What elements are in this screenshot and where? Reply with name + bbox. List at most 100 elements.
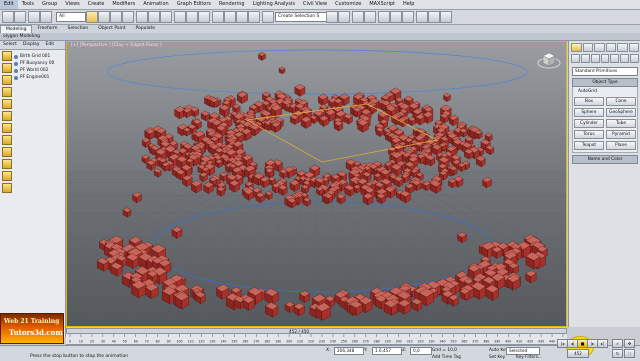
align-icon[interactable] — [338, 11, 350, 23]
scale-icon[interactable] — [160, 11, 172, 23]
ribbon-tab-modeling[interactable]: Modeling — [0, 25, 33, 33]
layer-manager-icon[interactable] — [352, 11, 364, 23]
curve-editor-icon[interactable] — [378, 11, 390, 23]
modify-tab-icon[interactable] — [582, 43, 593, 52]
display-geometry-icon[interactable] — [2, 51, 12, 61]
viewcube-icon[interactable] — [537, 48, 561, 70]
percent-snap-icon[interactable] — [236, 11, 248, 23]
tube-button[interactable]: Tube — [606, 119, 636, 128]
menu-item-rendering[interactable]: Rendering — [215, 0, 249, 9]
menu-item-graph-editors[interactable]: Graph Editors — [173, 0, 215, 9]
create-tab-icon[interactable] — [571, 43, 582, 52]
redo-icon[interactable] — [14, 11, 26, 23]
pan-icon[interactable]: ✥ — [624, 339, 635, 348]
spinner-snap-icon[interactable] — [248, 11, 260, 23]
geometry-icon[interactable] — [571, 54, 580, 63]
orbit-icon[interactable]: ↻ — [612, 349, 623, 358]
menu-item-lighting-analysis[interactable]: Lighting Analysis — [249, 0, 299, 9]
track-bar[interactable]: 0 10 20 30 40 50 60 70 80 90 100 110 120 130 140 150 160… — [66, 334, 567, 345]
window-crossing-icon[interactable] — [122, 11, 134, 23]
display-all-icon[interactable] — [2, 159, 12, 169]
material-editor-icon[interactable] — [402, 11, 414, 23]
add-time-tag-button[interactable]: Add Time Tag — [432, 355, 461, 360]
tab-edit[interactable]: Edit — [42, 41, 57, 49]
display-groups-icon[interactable] — [2, 123, 12, 133]
menu-item-customize[interactable]: Customize — [331, 0, 365, 9]
name-color-rollout-header[interactable]: Name and Color — [572, 155, 638, 164]
autogrid-checkbox[interactable]: AutoGrid — [574, 89, 636, 95]
perspective-viewport[interactable]: [+] [Perspective ] [Clay + Edged Faces ] — [66, 41, 567, 327]
systems-icon[interactable] — [630, 54, 640, 63]
display-tab-icon[interactable] — [617, 43, 628, 52]
menu-item-civil-view[interactable]: Civil View — [299, 0, 331, 9]
mirror-icon[interactable] — [326, 11, 338, 23]
plane-button[interactable]: Plane — [606, 141, 636, 150]
unlink-icon[interactable] — [40, 11, 52, 23]
x-coordinate-field[interactable]: 206,348 — [334, 347, 364, 355]
menu-item-animation[interactable]: Animation — [139, 0, 173, 9]
maximize-viewport-icon[interactable]: ⛶ — [624, 349, 635, 358]
rect-selection-icon[interactable] — [110, 11, 122, 23]
reference-coord-icon[interactable] — [174, 11, 186, 23]
object-type-rollout-header[interactable]: Object Type — [572, 78, 638, 87]
display-none-icon[interactable] — [2, 171, 12, 181]
display-lights-icon[interactable] — [2, 75, 12, 85]
menu-item-tools[interactable]: Tools — [18, 0, 38, 9]
ribbon-tab-populate[interactable]: Populate — [131, 25, 161, 33]
viewport-label[interactable]: [+] [Perspective ] [Clay + Edged Faces ] — [71, 43, 162, 48]
menu-item-create[interactable]: Create — [84, 0, 109, 9]
pivot-center-icon[interactable] — [186, 11, 198, 23]
tab-display[interactable]: Display — [20, 41, 43, 49]
undo-icon[interactable] — [2, 11, 14, 23]
display-shapes-icon[interactable] — [2, 63, 12, 73]
rendered-frame-icon[interactable] — [428, 11, 440, 23]
display-helpers-icon[interactable] — [2, 99, 12, 109]
visibility-icon[interactable] — [14, 68, 18, 73]
ribbon-tab-freeform[interactable]: Freeform — [32, 25, 62, 33]
display-spacewarps-icon[interactable] — [2, 111, 12, 121]
set-key-button[interactable]: Set Key — [489, 355, 505, 360]
display-xrefs-icon[interactable] — [2, 135, 12, 145]
z-coordinate-field[interactable]: 0,0 — [410, 347, 432, 355]
box-button[interactable]: Box — [574, 97, 604, 106]
zoom-icon[interactable]: ⌕ — [612, 339, 623, 348]
link-icon[interactable] — [28, 11, 40, 23]
select-object-icon[interactable] — [86, 11, 98, 23]
visibility-icon[interactable] — [14, 61, 18, 66]
spacewarps-icon[interactable] — [620, 54, 630, 63]
cameras-icon[interactable] — [600, 54, 610, 63]
menu-item-group[interactable]: Group — [38, 0, 61, 9]
sphere-button[interactable]: Sphere — [574, 108, 604, 117]
visibility-icon[interactable] — [14, 54, 18, 59]
pyramid-button[interactable]: Pyramid — [606, 130, 636, 139]
hierarchy-tab-icon[interactable] — [594, 43, 605, 52]
menu-item-views[interactable]: Views — [61, 0, 83, 9]
move-icon[interactable] — [136, 11, 148, 23]
tree-item-birth-grid[interactable]: Birth Grid 001 — [14, 53, 64, 60]
visibility-icon[interactable] — [14, 75, 18, 80]
menu-item-edit[interactable]: Edit — [0, 0, 18, 9]
graphite-toggle-icon[interactable] — [364, 11, 376, 23]
menu-item-help[interactable]: Help — [399, 0, 418, 9]
menu-item-maxscript[interactable]: MAXScript — [365, 0, 399, 9]
tree-item-pf-engine[interactable]: PF Engine001 — [14, 74, 64, 81]
display-invert-icon[interactable] — [2, 183, 12, 193]
display-cameras-icon[interactable] — [2, 87, 12, 97]
angle-snap-icon[interactable] — [224, 11, 236, 23]
cone-button[interactable]: Cone — [606, 97, 636, 106]
go-to-end-icon[interactable]: ▸| — [597, 339, 608, 348]
key-mode-dropdown[interactable]: Selected — [506, 347, 540, 355]
y-coordinate-field[interactable]: 1.6,457 — [372, 347, 402, 355]
teapot-button[interactable]: Teapot — [574, 141, 604, 150]
edit-named-selection-icon[interactable] — [262, 11, 274, 23]
snaps-toggle-icon[interactable] — [212, 11, 224, 23]
menu-item-modifiers[interactable]: Modifiers — [108, 0, 139, 9]
selection-filter-dropdown[interactable]: All — [56, 12, 86, 22]
key-filters-button[interactable]: Key Filters... — [516, 355, 542, 360]
lights-icon[interactable] — [590, 54, 600, 63]
tree-item-pf-world[interactable]: PF World 002 — [14, 67, 64, 74]
ribbon-tab-selection[interactable]: Selection — [63, 25, 94, 33]
tab-select[interactable]: Select — [0, 41, 20, 49]
helpers-icon[interactable] — [610, 54, 620, 63]
category-dropdown[interactable]: Standard Primitives — [572, 67, 638, 76]
